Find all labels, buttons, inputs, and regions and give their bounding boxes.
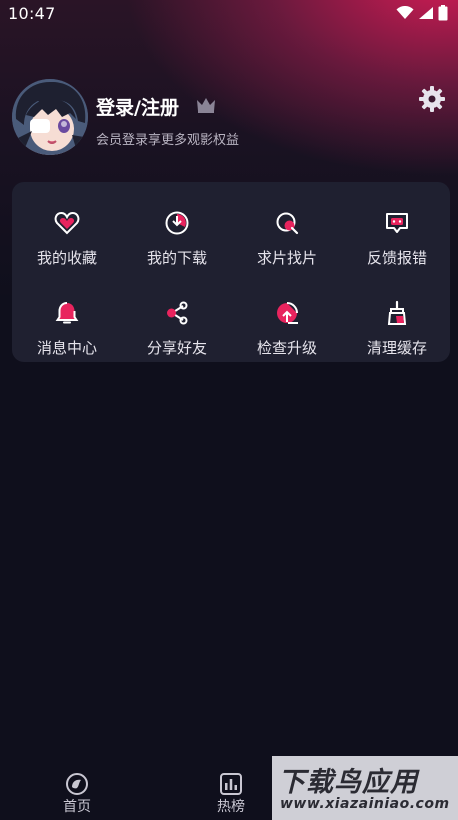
grid-item-label: 消息中心 bbox=[36, 339, 97, 357]
login-register-link[interactable]: 登录/注册 bbox=[96, 93, 179, 120]
avatar[interactable] bbox=[12, 79, 88, 155]
grid-item-request-film[interactable]: 求片找片 bbox=[232, 192, 342, 272]
bell-icon bbox=[55, 302, 79, 324]
heart-icon bbox=[54, 211, 80, 235]
grid-item-feedback[interactable]: 反馈报错 bbox=[342, 192, 452, 272]
settings-gear-icon[interactable] bbox=[418, 85, 446, 113]
wifi-icon bbox=[396, 6, 414, 19]
download-pie-icon bbox=[165, 211, 189, 235]
upgrade-icon bbox=[277, 302, 298, 324]
grid-item-label: 反馈报错 bbox=[366, 249, 427, 267]
crown-icon bbox=[197, 98, 215, 113]
battery-icon bbox=[438, 5, 448, 21]
login-subtitle: 会员登录享更多观影权益 bbox=[96, 133, 240, 148]
signal-icon bbox=[419, 7, 433, 19]
grid-item-downloads[interactable]: 我的下载 bbox=[122, 192, 232, 272]
nav-item-label: 首页 bbox=[63, 799, 91, 815]
grid-item-label: 我的收藏 bbox=[36, 249, 97, 267]
feature-grid: 我的收藏 我的下载 求片找片 反馈报错 消息中心 分享好友 检查升级 清理缓存 bbox=[12, 182, 450, 362]
status-bar: 10:47 bbox=[0, 0, 458, 26]
nav-item-label: 热榜 bbox=[217, 799, 245, 815]
share-icon bbox=[167, 301, 188, 325]
watermark-title: 下载鸟应用 bbox=[278, 767, 418, 798]
feedback-chat-icon bbox=[386, 213, 408, 233]
grid-item-messages[interactable]: 消息中心 bbox=[12, 282, 122, 362]
status-time: 10:47 bbox=[8, 3, 56, 23]
grid-item-label: 我的下载 bbox=[146, 249, 207, 267]
status-icons bbox=[396, 5, 448, 21]
grid-item-clear-cache[interactable]: 清理缓存 bbox=[342, 282, 452, 362]
avatar-illustration bbox=[12, 79, 88, 155]
grid-item-label: 清理缓存 bbox=[366, 339, 427, 357]
chart-icon bbox=[220, 773, 242, 795]
home-icon bbox=[66, 773, 88, 795]
grid-item-label: 分享好友 bbox=[146, 339, 207, 357]
profile-section: 登录/注册 会员登录享更多观影权益 bbox=[12, 79, 446, 159]
search-film-icon bbox=[276, 212, 299, 235]
grid-item-label: 求片找片 bbox=[256, 249, 317, 267]
grid-item-label: 检查升级 bbox=[256, 339, 317, 357]
watermark-url: www.xiazainiao.com bbox=[280, 796, 450, 812]
nav-item-home[interactable]: 首页 bbox=[37, 764, 117, 820]
grid-item-upgrade[interactable]: 检查升级 bbox=[232, 282, 342, 362]
watermark: 下载鸟应用 www.xiazainiao.com bbox=[272, 756, 458, 820]
grid-item-favorites[interactable]: 我的收藏 bbox=[12, 192, 122, 272]
nav-item-hot-list[interactable]: 热榜 bbox=[191, 764, 271, 820]
grid-item-share[interactable]: 分享好友 bbox=[122, 282, 232, 362]
broom-icon bbox=[387, 300, 407, 325]
